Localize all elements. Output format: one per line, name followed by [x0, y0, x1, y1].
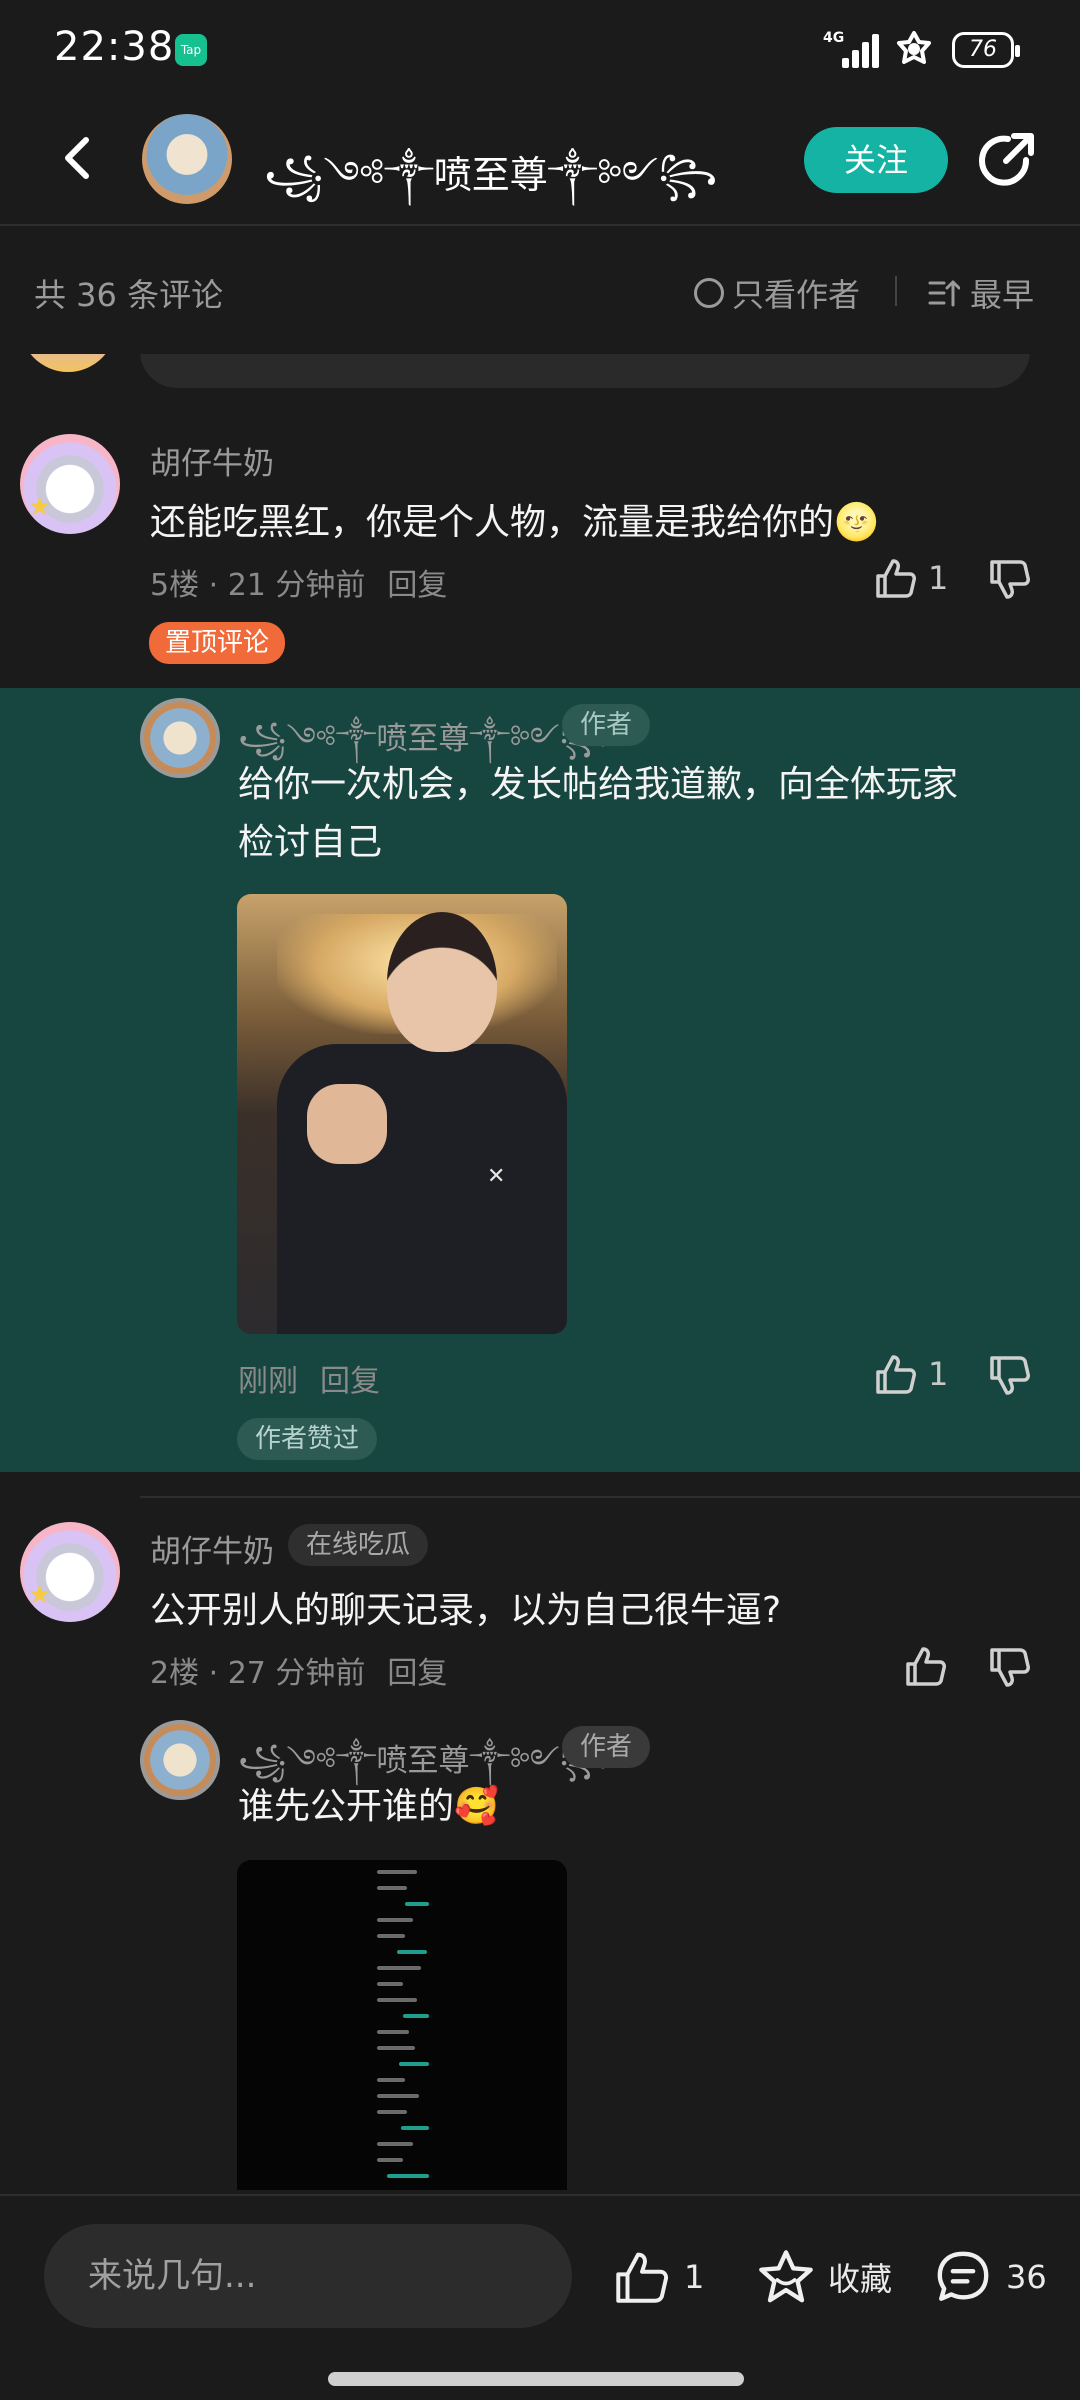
reply-text-line1: 给你一次机会，发长帖给我道歉，向全体玩家	[238, 764, 959, 805]
avatar	[20, 354, 116, 372]
dislike-button[interactable]	[988, 558, 1032, 606]
radio-circle-icon	[694, 278, 724, 308]
comment-sort-bar: 共 36 条评论 只看作者 最早	[0, 228, 1080, 354]
chevron-left-icon	[65, 137, 89, 179]
tap-app-icon: Tap	[175, 34, 207, 66]
author-only-label: 只看作者	[732, 276, 861, 314]
thumb-down-icon	[990, 560, 1030, 599]
follow-button[interactable]: 关注	[804, 127, 948, 193]
comment-count-label: 共 36 条评论	[34, 276, 224, 314]
commenter-avatar[interactable]	[20, 434, 120, 534]
previous-reply-bubble	[140, 354, 1030, 388]
reply-button[interactable]: 回复	[387, 568, 447, 603]
reply-meta: 刚刚 回复	[238, 1356, 380, 1400]
dislike-button[interactable]	[988, 1646, 1032, 1694]
dislike-button[interactable]	[988, 1354, 1032, 1402]
favorite-button[interactable]: 收藏	[756, 2248, 892, 2306]
divider	[895, 276, 897, 306]
bottom-action-bar: 来说几句... 1 收藏 36	[0, 2194, 1080, 2400]
reply-text: 谁先公开谁的🥰	[238, 1786, 499, 1827]
sort-order-button[interactable]: 最早	[928, 270, 1034, 316]
like-button[interactable]: 1	[874, 556, 948, 600]
comment-list[interactable]: 胡仔牛奶 还能吃黑红，你是个人物，流量是我给你的🌝 5楼 · 21 分钟前回复 …	[0, 354, 1080, 2194]
post-like-button[interactable]: 1	[612, 2248, 704, 2306]
status-bar: 22:38 Tap 4G 76	[0, 0, 1080, 100]
commenter-name[interactable]: 胡仔牛奶	[150, 438, 274, 483]
comment-meta: 5楼 · 21 分钟前 回复	[150, 560, 447, 604]
comment-floor-time: 2楼 · 27 分钟前	[150, 1656, 366, 1691]
author-liked-badge: 作者赞过	[237, 1418, 378, 1460]
share-icon	[979, 133, 1034, 186]
favorite-label: 收藏	[828, 2260, 893, 2298]
author-name[interactable]: ꧁༺༒喷至尊༒༻꧂	[264, 133, 717, 240]
reply-button[interactable]: 回复	[387, 1656, 447, 1691]
chat-screenshot-image[interactable]	[237, 1860, 567, 2190]
reply-text-line2: 检讨自己	[238, 822, 383, 863]
pinned-comment-badge: 置顶评论	[149, 622, 286, 664]
commenter-name[interactable]: 胡仔牛奶	[150, 1526, 274, 1571]
author-badge: 作者	[562, 704, 651, 746]
thumb-up-icon	[876, 1355, 916, 1394]
status-time: 22:38	[54, 24, 175, 70]
user-status-badge: 在线吃瓜	[288, 1524, 429, 1566]
comments-button[interactable]: 36	[932, 2248, 1047, 2306]
sort-icon	[928, 280, 960, 307]
sort-order-label: 最早	[970, 276, 1035, 314]
author-only-toggle[interactable]: 只看作者	[694, 270, 860, 316]
author-avatar[interactable]	[140, 698, 220, 778]
battery-icon: 76	[952, 32, 1020, 68]
comment-count: 36	[1006, 2258, 1047, 2296]
comment-input[interactable]: 来说几句...	[44, 2224, 572, 2328]
star-icon	[759, 2250, 813, 2303]
thumb-down-icon	[990, 1648, 1030, 1687]
home-indicator[interactable]	[328, 2372, 744, 2386]
comment-text: 还能吃黑红，你是个人物，流量是我给你的🌝	[150, 502, 879, 543]
reply-button[interactable]: 回复	[320, 1364, 380, 1399]
commenter-avatar[interactable]	[20, 1522, 120, 1622]
comment-floor-time: 5楼 · 21 分钟前	[150, 568, 366, 603]
author-avatar[interactable]	[142, 114, 232, 204]
comment-bubble-icon	[937, 2251, 989, 2301]
like-count: 1	[928, 1355, 949, 1393]
notification-icon	[895, 30, 933, 72]
thumb-down-icon	[990, 1356, 1030, 1395]
shirt-logo-icon: ✕	[487, 1164, 506, 1189]
post-header: ꧁༺༒喷至尊༒༻꧂ 关注	[0, 100, 1080, 226]
like-count: 1	[928, 559, 949, 597]
share-button[interactable]	[976, 130, 1038, 192]
thumb-up-icon	[876, 559, 916, 598]
thumb-up-icon	[906, 1647, 946, 1686]
thumb-up-icon	[616, 2252, 669, 2303]
author-avatar[interactable]	[140, 1720, 220, 1800]
back-button[interactable]	[50, 128, 110, 188]
divider	[140, 1496, 1080, 1498]
like-button[interactable]	[904, 1644, 948, 1688]
reply-photo[interactable]: ✕	[237, 894, 567, 1334]
comment-meta: 2楼 · 27 分钟前 回复	[150, 1648, 447, 1692]
author-badge: 作者	[562, 1726, 651, 1768]
comment-text: 公开别人的聊天记录，以为自己很牛逼?	[150, 1590, 782, 1631]
like-button[interactable]: 1	[874, 1352, 948, 1396]
signal-icon	[842, 34, 882, 68]
reply-time: 刚刚	[238, 1364, 298, 1399]
post-like-count: 1	[684, 2258, 705, 2296]
